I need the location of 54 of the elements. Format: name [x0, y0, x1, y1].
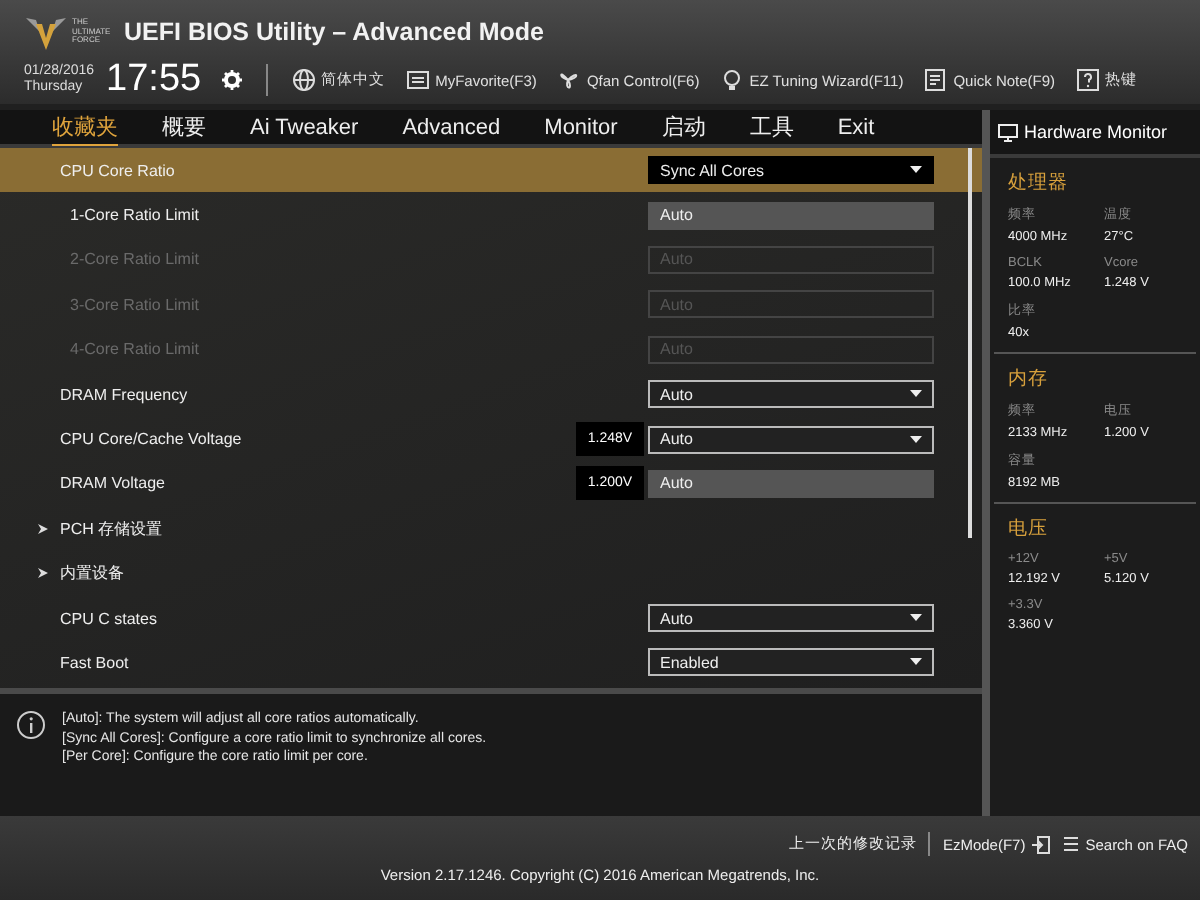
menu-tab[interactable]: 启动 [661, 110, 706, 144]
setting-label: DRAM Frequency [60, 385, 190, 404]
help-icon [1075, 68, 1100, 92]
dropdown[interactable]: Auto [648, 425, 934, 454]
menu-tab[interactable]: 概要 [162, 110, 206, 144]
chevron-icon [38, 568, 48, 579]
setting-label: 1-Core Ratio Limit [68, 206, 201, 225]
submenu-link[interactable]: 内置设备 [60, 562, 934, 585]
dropdown[interactable]: Sync All Cores [648, 156, 934, 185]
caret-icon [910, 614, 922, 623]
panel-title: Hardware Monitor [1024, 122, 1168, 142]
emblem-icon [24, 12, 68, 52]
menu-tab[interactable]: Monitor [544, 113, 618, 141]
note-icon [923, 68, 948, 92]
section-title: 内存 [1008, 366, 1050, 392]
window-title: UEFI BIOS Utility – Advanced Mode [124, 18, 544, 46]
setting-label: CPU Core Ratio [60, 161, 177, 180]
scrollbar[interactable] [968, 148, 972, 538]
section-title: 电压 [1008, 516, 1050, 542]
menu-tab[interactable]: 收藏夹 [52, 109, 118, 145]
chevron-icon [38, 523, 48, 534]
document-icon [1061, 835, 1080, 853]
setting-label: CPU C states [60, 609, 159, 628]
clock-time: 17:55 [106, 58, 202, 102]
section-title: 处理器 [1008, 170, 1070, 196]
input-field[interactable]: Auto [648, 201, 934, 230]
bulb-icon [719, 68, 744, 92]
submenu-link[interactable]: PCH 存储设置 [60, 517, 934, 540]
setting-label: Fast Boot [60, 653, 131, 672]
settings-icon[interactable] [221, 70, 242, 90]
setting-label: DRAM Voltage [60, 474, 167, 493]
caret-icon [910, 658, 922, 667]
dropdown[interactable]: Enabled [648, 648, 934, 677]
setting-label: 4-Core Ratio Limit [68, 340, 201, 359]
selected-row[interactable]: CPU Core Ratio Sync All Cores [0, 148, 982, 193]
setting-label: 2-Core Ratio Limit [68, 250, 201, 269]
list-icon [405, 68, 430, 92]
fan-icon [556, 68, 581, 92]
globe-icon [291, 68, 316, 92]
setting-label: 3-Core Ratio Limit [68, 295, 201, 314]
menu-tab[interactable]: Ai Tweaker [250, 113, 359, 141]
caret-icon [910, 435, 922, 444]
menu-tab[interactable]: 工具 [749, 110, 794, 144]
caret-icon [910, 390, 922, 399]
caret-icon [910, 166, 922, 175]
dropdown[interactable]: Auto [648, 380, 934, 409]
setting-label: CPU Core/Cache Voltage [60, 430, 244, 449]
info-icon [16, 710, 46, 740]
exit-icon [1031, 835, 1050, 853]
monitor-icon [998, 123, 1018, 141]
menu-tab[interactable]: Exit [837, 113, 875, 141]
dropdown[interactable]: Auto [648, 604, 934, 633]
input-field[interactable]: Auto [648, 469, 934, 498]
menu-tab[interactable]: Advanced [402, 113, 501, 141]
